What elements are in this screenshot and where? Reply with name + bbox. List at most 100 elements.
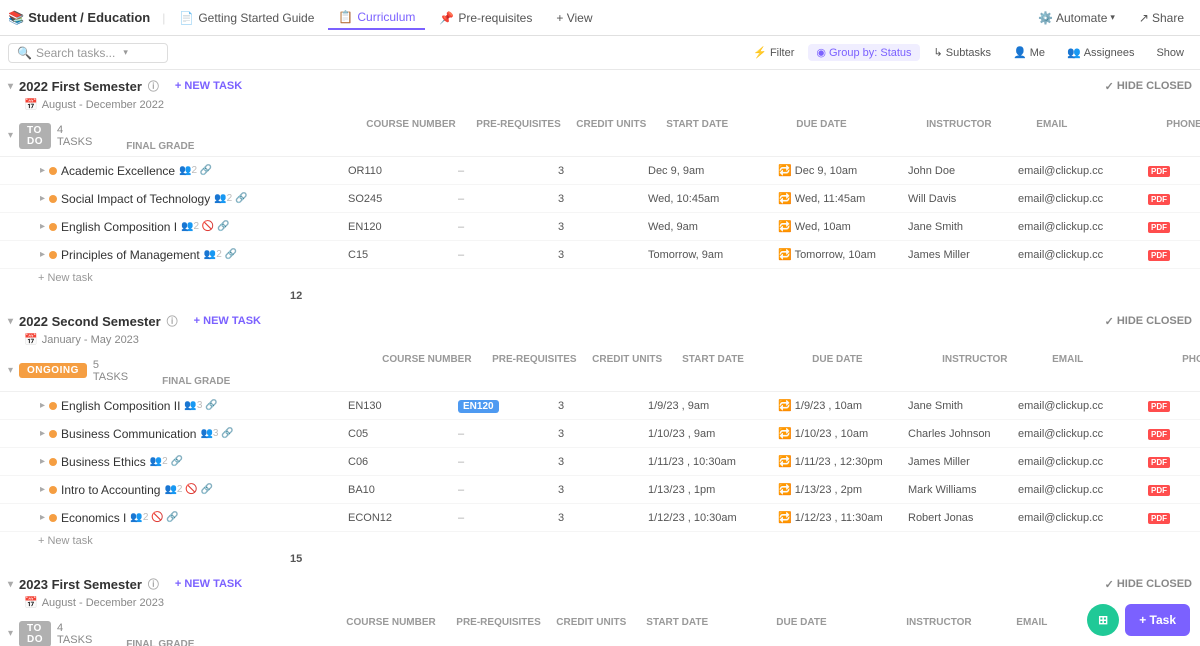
automate-button[interactable]: ⚙️ Automate ▾ — [1030, 8, 1123, 28]
due-date: 🔁 Tomorrow, 10am — [778, 248, 908, 261]
section-2022-first: ▾ 2022 First Semester ⓘ + NEW TASK ✓ HID… — [0, 70, 1200, 305]
filter-button[interactable]: ⚡ Filter — [745, 44, 802, 61]
search-placeholder: Search tasks... — [36, 46, 115, 60]
app-title-text: Student / Education — [28, 10, 150, 25]
credits: 3 — [558, 221, 648, 233]
show-button[interactable]: Show — [1148, 45, 1192, 61]
search-icon: 🔍 — [17, 46, 32, 60]
syllabus-pdf: PDF — [1148, 400, 1200, 412]
expand-icon[interactable]: ▸ — [40, 512, 45, 523]
collapse-icon[interactable]: ▾ — [8, 579, 13, 590]
course-number: BA10 — [348, 484, 458, 496]
group-by-button[interactable]: ◉ Group by: Status — [808, 44, 919, 61]
table-row: ▸ Academic Excellence 👥2 🔗 OR110 – 3 Dec… — [0, 157, 1200, 185]
assignees-button[interactable]: 👥 Assignees — [1059, 44, 1142, 61]
start-date: 1/13/23 , 1pm — [648, 484, 778, 496]
expand-icon[interactable]: ▸ — [40, 249, 45, 260]
course-number: C15 — [348, 249, 458, 261]
tab-curriculum[interactable]: 📋 Curriculum — [328, 6, 425, 30]
email: email@clickup.cc — [1018, 221, 1148, 233]
top-nav: 📚 Student / Education | 📄 Getting Starte… — [0, 0, 1200, 36]
credits: 3 — [558, 512, 648, 524]
prereq: – — [458, 249, 558, 261]
add-task-button-2022-1[interactable]: + NEW TASK — [169, 78, 248, 94]
search-box[interactable]: 🔍 Search tasks... ▾ — [8, 43, 168, 63]
section-header-2022-2: ▾ 2022 Second Semester ⓘ + NEW TASK ✓ HI… — [0, 305, 1200, 331]
hide-closed-2023-1[interactable]: ✓ HIDE CLOSED — [1105, 578, 1192, 591]
due-date: 🔁 1/9/23 , 10am — [778, 399, 908, 412]
credits: 3 — [558, 456, 648, 468]
task-name-english-comp-2[interactable]: ▸ English Composition II 👥3 🔗 — [8, 399, 348, 413]
grid-view-button[interactable]: ⊞ — [1087, 604, 1119, 636]
table-row: ▸ Economics I 👥2 🚫 🔗 ECON12 – 3 1/12/23 … — [0, 504, 1200, 532]
syllabus-pdf: PDF — [1148, 484, 1200, 496]
hide-closed-2022-2[interactable]: ✓ HIDE CLOSED — [1105, 315, 1192, 328]
collapse-group-icon[interactable]: ▾ — [8, 130, 13, 141]
start-date: 1/12/23 , 10:30am — [648, 512, 778, 524]
automate-icon: ⚙️ — [1038, 11, 1053, 25]
collapse-group-icon[interactable]: ▾ — [8, 365, 13, 376]
expand-icon[interactable]: ▸ — [40, 193, 45, 204]
instructor: Will Davis — [908, 193, 1018, 205]
expand-icon[interactable]: ▸ — [40, 165, 45, 176]
prereq: – — [458, 165, 558, 177]
bullet — [49, 486, 57, 494]
collapse-group-icon[interactable]: ▾ — [8, 628, 13, 639]
start-date: Wed, 9am — [648, 221, 778, 233]
start-date: Tomorrow, 9am — [648, 249, 778, 261]
group-icon: ◉ — [816, 46, 826, 59]
me-button[interactable]: 👤 Me — [1005, 44, 1053, 61]
expand-icon[interactable]: ▸ — [40, 400, 45, 411]
task-name-english-comp-1[interactable]: ▸ English Composition I 👥2 🚫 🔗 — [8, 220, 348, 234]
task-name-intro-accounting[interactable]: ▸ Intro to Accounting 👥2 🚫 🔗 — [8, 483, 348, 497]
syllabus-pdf: PDF — [1148, 221, 1200, 233]
share-button[interactable]: ↗ Share — [1131, 8, 1192, 28]
instructor: James Miller — [908, 249, 1018, 261]
course-number: C06 — [348, 456, 458, 468]
share-icon: ↗ — [1139, 11, 1149, 25]
tab-prerequisites[interactable]: 📌 Pre-requisites — [429, 7, 542, 29]
new-task-link-2022-2[interactable]: + New task — [0, 532, 1200, 550]
add-view-button[interactable]: + View — [546, 7, 602, 29]
prereq-badge-en120: EN120 — [458, 400, 558, 412]
email: email@clickup.cc — [1018, 428, 1148, 440]
expand-icon[interactable]: ▸ — [40, 456, 45, 467]
assignees-icon: 👥 — [1067, 46, 1081, 59]
credits: 3 — [558, 428, 648, 440]
nav-right-actions: ⚙️ Automate ▾ ↗ Share — [1030, 8, 1192, 28]
collapse-icon[interactable]: ▾ — [8, 81, 13, 92]
table-row: ▸ Business Communication 👥3 🔗 C05 – 3 1/… — [0, 420, 1200, 448]
add-task-button-2023-1[interactable]: + NEW TASK — [169, 576, 248, 592]
syllabus-pdf: PDF — [1148, 428, 1200, 440]
expand-icon[interactable]: ▸ — [40, 428, 45, 439]
bullet — [49, 195, 57, 203]
tab-getting-started[interactable]: 📄 Getting Started Guide — [169, 7, 324, 29]
start-date: 1/11/23 , 10:30am — [648, 456, 778, 468]
new-task-link-2022-1[interactable]: + New task — [0, 269, 1200, 287]
task-count: 4 TASKS — [57, 124, 92, 148]
task-name-principles-mgmt[interactable]: ▸ Principles of Management 👥2 🔗 — [8, 248, 348, 262]
expand-icon[interactable]: ▸ — [40, 484, 45, 495]
instructor: Mark Williams — [908, 484, 1018, 496]
add-task-button-2022-2[interactable]: + NEW TASK — [188, 313, 267, 329]
add-task-fab[interactable]: + Task — [1125, 604, 1190, 636]
task-name-social-impact[interactable]: ▸ Social Impact of Technology 👥2 🔗 — [8, 192, 348, 206]
task-name-business-ethics[interactable]: ▸ Business Ethics 👥2 🔗 — [8, 455, 348, 469]
collapse-icon[interactable]: ▾ — [8, 316, 13, 327]
fab-area: ⊞ + Task — [1087, 604, 1190, 636]
nav-divider: | — [162, 11, 165, 25]
task-name-academic-excellence[interactable]: ▸ Academic Excellence 👥2 🔗 — [8, 164, 348, 178]
start-date: Dec 9, 9am — [648, 165, 778, 177]
course-number: C05 — [348, 428, 458, 440]
credits: 3 — [558, 484, 648, 496]
hide-closed-2022-1[interactable]: ✓ HIDE CLOSED — [1105, 80, 1192, 93]
instructor: Jane Smith — [908, 400, 1018, 412]
expand-icon[interactable]: ▸ — [40, 221, 45, 232]
syllabus-pdf: PDF — [1148, 193, 1200, 205]
prereq: – — [458, 484, 558, 496]
subtasks-button[interactable]: ↳ Subtasks — [926, 44, 999, 61]
task-name-economics[interactable]: ▸ Economics I 👥2 🚫 🔗 — [8, 511, 348, 525]
task-name-business-comm[interactable]: ▸ Business Communication 👥3 🔗 — [8, 427, 348, 441]
prereq: – — [458, 456, 558, 468]
email: email@clickup.cc — [1018, 400, 1148, 412]
